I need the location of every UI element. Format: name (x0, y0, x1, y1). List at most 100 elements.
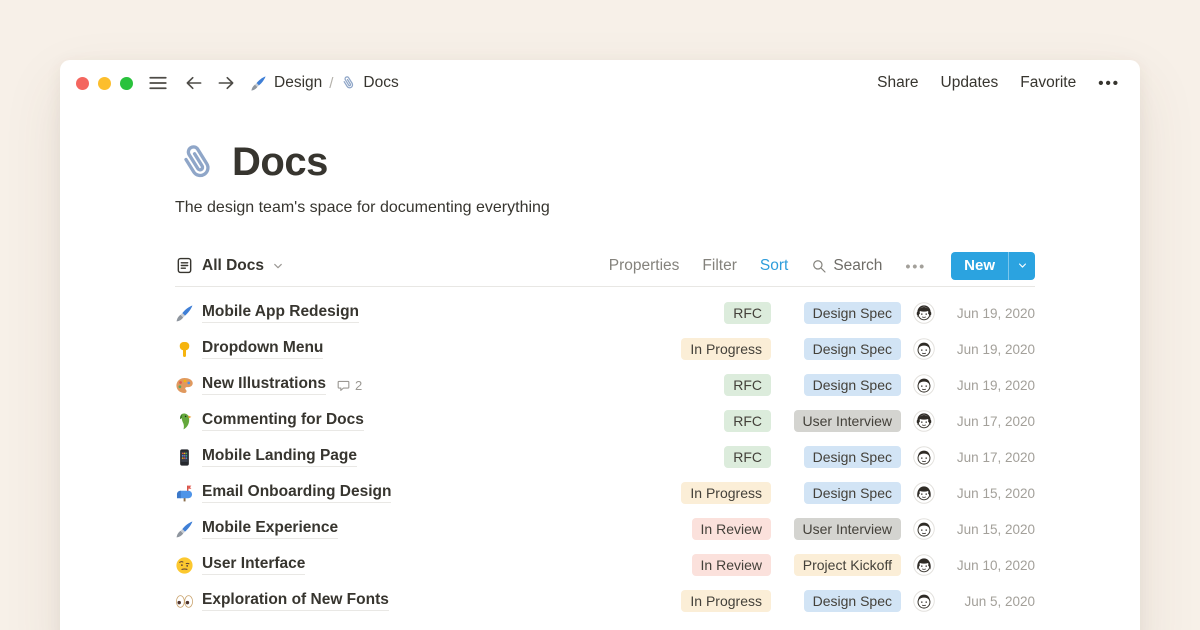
doc-title-link[interactable]: Commenting for Docs (202, 411, 364, 431)
doc-date: Jun 17, 2020 (957, 450, 1035, 465)
doc-title-link[interactable]: Mobile App Redesign (202, 303, 359, 323)
table-row[interactable]: User Interface In Review Project Kickoff… (175, 547, 1035, 583)
type-tag: Design Spec (804, 590, 901, 612)
share-button[interactable]: Share (877, 74, 918, 92)
comment-count-badge: 2 (336, 378, 362, 393)
paintbrush-icon (250, 75, 267, 92)
type-tag: Project Kickoff (794, 554, 901, 576)
maximize-window-button[interactable] (120, 77, 133, 90)
avatar (913, 302, 935, 324)
new-button[interactable]: New (951, 252, 1008, 280)
properties-button[interactable]: Properties (609, 257, 680, 275)
point-down-icon (175, 340, 194, 359)
type-tag: Design Spec (804, 446, 901, 468)
status-tag: In Review (692, 554, 771, 576)
view-selector-label: All Docs (202, 257, 264, 275)
favorite-button[interactable]: Favorite (1020, 74, 1076, 92)
doc-date: Jun 15, 2020 (957, 486, 1035, 501)
app-window: Design / Docs Share Updates Favorite •••… (60, 60, 1140, 630)
status-tag: In Progress (681, 338, 771, 360)
page-title[interactable]: Docs (232, 140, 328, 185)
table-row[interactable]: Email Onboarding Design In Progress Desi… (175, 475, 1035, 511)
doc-title-link[interactable]: Dropdown Menu (202, 339, 323, 359)
status-tag: In Review (692, 518, 771, 540)
doc-title-link[interactable]: Mobile Experience (202, 519, 338, 539)
table-row[interactable]: Exploration of New Fonts In Progress Des… (175, 583, 1035, 619)
status-tag: RFC (724, 374, 771, 396)
avatar (913, 590, 935, 612)
breadcrumb-label: Docs (363, 74, 398, 92)
comment-icon (336, 378, 351, 393)
filter-button[interactable]: Filter (702, 257, 736, 275)
table-row[interactable]: Mobile Landing Page RFC Design Spec Jun … (175, 439, 1035, 475)
breadcrumb: Design / Docs (250, 74, 399, 92)
search-label: Search (833, 257, 882, 275)
avatar (913, 374, 935, 396)
breadcrumb-item-docs[interactable]: Docs (340, 74, 398, 92)
minimize-window-button[interactable] (98, 77, 111, 90)
doc-title-link[interactable]: New Illustrations (202, 375, 326, 395)
traffic-lights (76, 77, 133, 90)
hamburger-menu-icon (147, 72, 169, 94)
table-row[interactable]: Commenting for Docs RFC User Interview J… (175, 403, 1035, 439)
forward-button[interactable] (216, 73, 236, 93)
status-tag: RFC (724, 446, 771, 468)
avatar (913, 410, 935, 432)
search-button[interactable]: Search (811, 257, 882, 275)
toolbar-more-icon[interactable]: ••• (905, 258, 926, 274)
doc-title-link[interactable]: User Interface (202, 555, 305, 575)
history-nav (184, 73, 236, 93)
type-tag: Design Spec (804, 482, 901, 504)
parrot-icon (175, 412, 194, 431)
table-row[interactable]: Dropdown Menu In Progress Design Spec Ju… (175, 331, 1035, 367)
type-tag: Design Spec (804, 374, 901, 396)
more-options-icon[interactable]: ••• (1098, 75, 1120, 92)
doc-date: Jun 10, 2020 (957, 558, 1035, 573)
doc-list-icon (175, 256, 194, 275)
page-content: Docs The design team's space for documen… (60, 140, 1140, 619)
paintbrush-icon (175, 304, 194, 323)
mobile-phone-icon (175, 448, 194, 467)
doc-title-link[interactable]: Email Onboarding Design (202, 483, 391, 503)
doc-title-link[interactable]: Mobile Landing Page (202, 447, 357, 467)
doc-date: Jun 17, 2020 (957, 414, 1035, 429)
eyes-icon (175, 592, 194, 611)
updates-button[interactable]: Updates (941, 74, 999, 92)
sidebar-menu-button[interactable] (147, 72, 169, 94)
breadcrumb-item-design[interactable]: Design (250, 74, 322, 92)
chevron-down-icon (272, 260, 284, 272)
page-subtitle[interactable]: The design team's space for documenting … (175, 199, 1035, 217)
mailbox-icon (175, 484, 194, 503)
breadcrumb-separator: / (329, 75, 333, 92)
doc-date: Jun 19, 2020 (957, 342, 1035, 357)
doc-date: Jun 15, 2020 (957, 522, 1035, 537)
table-row[interactable]: Mobile Experience In Review User Intervi… (175, 511, 1035, 547)
table-row[interactable]: Mobile App Redesign RFC Design Spec Jun … (175, 295, 1035, 331)
new-dropdown-button[interactable] (1008, 252, 1035, 280)
table-row[interactable]: New Illustrations 2 RFC Design Spec Jun … (175, 367, 1035, 403)
avatar (913, 482, 935, 504)
avatar (913, 518, 935, 540)
docs-table: Mobile App Redesign RFC Design Spec Jun … (175, 295, 1035, 619)
window-topbar: Design / Docs Share Updates Favorite ••• (60, 60, 1140, 106)
avatar (913, 554, 935, 576)
status-tag: RFC (724, 302, 771, 324)
type-tag: Design Spec (804, 302, 901, 324)
paperclip-icon (340, 75, 356, 91)
status-tag: RFC (724, 410, 771, 432)
sort-button[interactable]: Sort (760, 257, 788, 275)
back-button[interactable] (184, 73, 204, 93)
new-button-group: New (951, 252, 1035, 280)
arrow-left-icon (184, 73, 204, 93)
raised-eyebrow-face-icon (175, 556, 194, 575)
doc-title-link[interactable]: Exploration of New Fonts (202, 591, 389, 611)
doc-date: Jun 19, 2020 (957, 306, 1035, 321)
type-tag: User Interview (794, 518, 901, 540)
status-tag: In Progress (681, 482, 771, 504)
avatar (913, 446, 935, 468)
page-paperclip-icon[interactable] (175, 142, 217, 184)
toolbar-actions: Properties Filter Sort Search ••• New (609, 252, 1035, 280)
view-selector[interactable]: All Docs (175, 256, 284, 275)
close-window-button[interactable] (76, 77, 89, 90)
view-toolbar: All Docs Properties Filter Sort Search •… (175, 245, 1035, 287)
